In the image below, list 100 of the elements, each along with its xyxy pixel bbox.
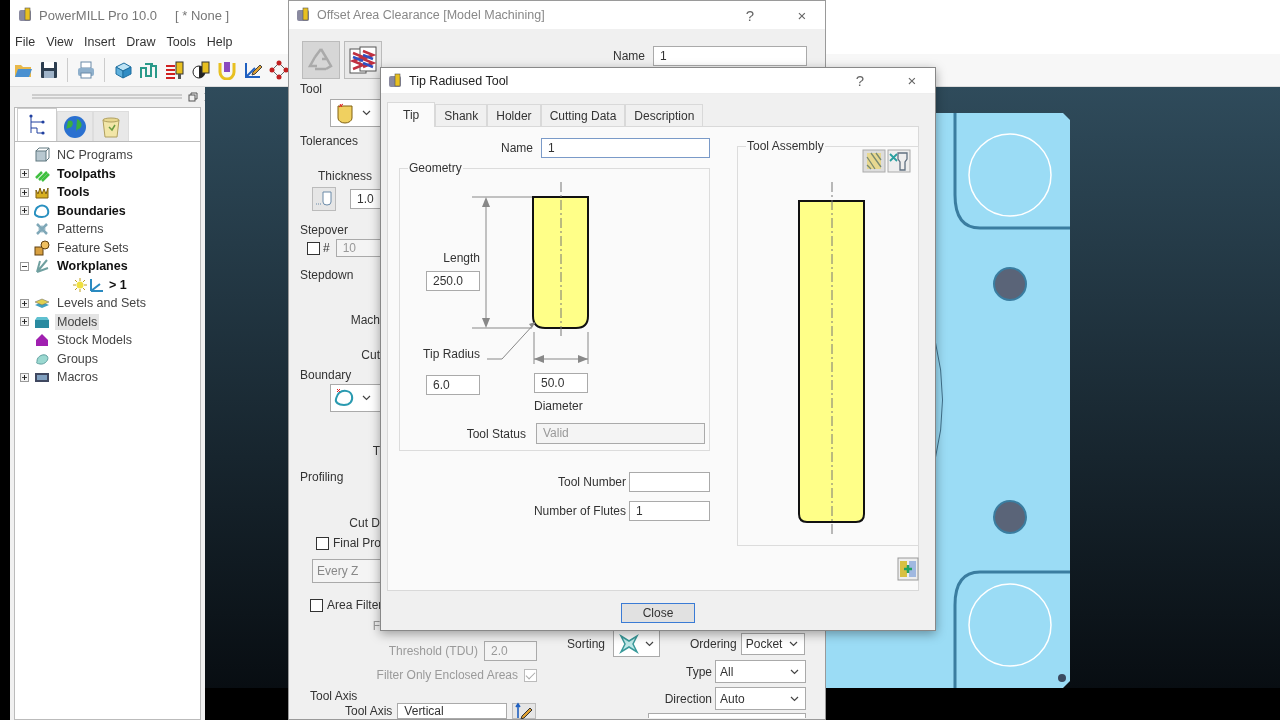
- dropdown[interactable]: [613, 630, 661, 657]
- input-field[interactable]: Vertical: [397, 703, 508, 719]
- tab[interactable]: [57, 111, 93, 141]
- expand-toggle[interactable]: [20, 317, 29, 327]
- menu-item[interactable]: Insert: [79, 35, 121, 49]
- grip-handle-icon: [32, 93, 182, 101]
- u-path-icon[interactable]: [217, 60, 237, 80]
- dropdown[interactable]: Auto: [715, 687, 806, 710]
- add-tool-icon[interactable]: [897, 557, 919, 581]
- input-field[interactable]: 6.0: [426, 375, 480, 395]
- outline-icon: [34, 202, 50, 219]
- tree-item[interactable]: Groups: [55, 350, 100, 367]
- label: T: [371, 444, 380, 458]
- caret-icon: [645, 640, 655, 647]
- axes-icon: [88, 276, 104, 293]
- ball-endmill-icon[interactable]: [191, 60, 211, 80]
- checkbox[interactable]: [310, 598, 323, 612]
- expand-toggle[interactable]: [20, 169, 29, 179]
- expand-toggle[interactable]: [20, 206, 29, 216]
- input-field[interactable]: 1: [629, 501, 710, 521]
- tree-item[interactable]: > 1: [107, 276, 129, 293]
- input-field[interactable]: 1: [541, 138, 710, 158]
- section-title: Profiling: [300, 470, 344, 484]
- menu-item[interactable]: View: [41, 35, 79, 49]
- tree-item[interactable]: Tools: [55, 184, 92, 201]
- menu-item[interactable]: Draw: [121, 35, 161, 49]
- input-field[interactable]: [648, 713, 806, 718]
- tree-item[interactable]: Levels and Sets: [55, 295, 148, 312]
- expand-toggle[interactable]: [20, 261, 29, 271]
- input-field[interactable]: 250.0: [426, 271, 480, 291]
- label: Tool Axis: [345, 704, 393, 718]
- label: Tool Number: [557, 475, 626, 489]
- dialog-title: Tip Radiused Tool: [409, 73, 510, 88]
- plane-fan-icon: [34, 258, 50, 275]
- tree-item[interactable]: Toolpaths: [55, 165, 118, 182]
- tree-item[interactable]: Models: [55, 313, 100, 330]
- section-title: Tool: [300, 82, 322, 96]
- close-button[interactable]: ×: [889, 68, 935, 93]
- tool-holder-icon[interactable]: [887, 149, 911, 173]
- tool-profile-icon: [315, 190, 333, 208]
- tab[interactable]: Description: [625, 104, 704, 126]
- label: Name: [613, 49, 645, 63]
- icon-button[interactable]: [344, 41, 382, 79]
- caret-icon: [790, 668, 799, 675]
- tab[interactable]: [17, 108, 57, 141]
- tab[interactable]: Holder: [487, 104, 541, 126]
- tree-item[interactable]: Workplanes: [55, 258, 130, 275]
- cube-icon[interactable]: [113, 60, 133, 80]
- axes-pencil-icon[interactable]: [243, 60, 263, 80]
- tab[interactable]: Cutting Data: [540, 104, 626, 126]
- expand-toggle[interactable]: [20, 187, 29, 197]
- printer-icon[interactable]: [76, 60, 96, 80]
- tree-item[interactable]: Feature Sets: [55, 239, 131, 256]
- tree-item[interactable]: Stock Models: [55, 332, 135, 349]
- checkbox-label: Area Filter: [327, 598, 383, 612]
- close-button[interactable]: Close: [621, 603, 695, 623]
- project-name: [ * None ]: [175, 7, 230, 23]
- close-button[interactable]: ×: [779, 1, 825, 29]
- input-field[interactable]: 50.0: [534, 373, 588, 393]
- label: Ordering: [690, 636, 737, 651]
- restore-icon[interactable]: [188, 92, 198, 102]
- checkbox-label: Filter Only Enclosed Areas: [376, 668, 518, 682]
- tree-item[interactable]: NC Programs: [55, 147, 135, 164]
- help-button[interactable]: ?: [837, 68, 883, 93]
- tree-item[interactable]: Macros: [55, 369, 100, 386]
- toolpath-icon[interactable]: [139, 60, 159, 80]
- tree-item[interactable]: Boundaries: [55, 202, 128, 219]
- section-title: Stepdown: [300, 268, 354, 282]
- label: Direction: [664, 691, 712, 706]
- tree-item[interactable]: Patterns: [55, 221, 106, 238]
- label: Number of Flutes: [533, 504, 626, 518]
- menu-item[interactable]: Help: [201, 35, 238, 49]
- label: Name: [501, 141, 533, 155]
- app-icon: [17, 7, 33, 23]
- label: Diameter: [534, 399, 583, 413]
- endmill-rack-icon[interactable]: [165, 60, 185, 80]
- dropdown[interactable]: All: [715, 660, 806, 683]
- expand-toggle[interactable]: [20, 372, 29, 382]
- label: Length: [442, 251, 480, 265]
- dropdown[interactable]: Pocket: [740, 632, 805, 655]
- bin-icon: [99, 114, 123, 139]
- icon-button[interactable]: [512, 703, 537, 719]
- menu-item[interactable]: File: [10, 35, 41, 49]
- axis-pencil-icon: [515, 702, 534, 719]
- diameter-dimension-line: [533, 331, 589, 365]
- tab[interactable]: Tip: [387, 102, 436, 127]
- hatched-tool-icon[interactable]: [862, 149, 886, 173]
- tab[interactable]: Shank: [435, 104, 488, 126]
- diamond-dots-icon[interactable]: [269, 60, 289, 80]
- input-field[interactable]: 1: [653, 46, 807, 66]
- leader-line: [486, 322, 536, 360]
- section-title: Stepover: [300, 223, 349, 237]
- expand-toggle[interactable]: [20, 298, 29, 308]
- checkbox[interactable]: [316, 536, 329, 550]
- stock-icon: [34, 332, 50, 349]
- menu-item[interactable]: Tools: [161, 35, 201, 49]
- input-field[interactable]: [629, 472, 710, 492]
- window-title: PowerMILL Pro 10.0: [39, 7, 158, 23]
- help-button[interactable]: ?: [727, 1, 773, 29]
- endmill-icon: [334, 102, 356, 124]
